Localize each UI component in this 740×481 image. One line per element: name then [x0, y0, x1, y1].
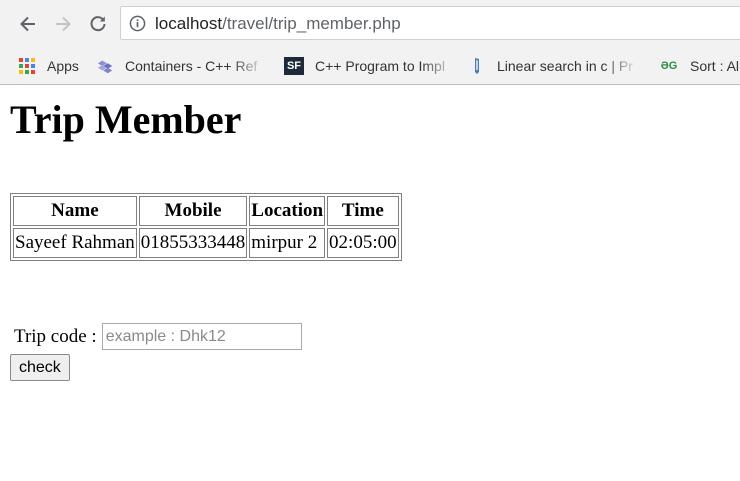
- bookmark-containers[interactable]: Containers - C++ Ref: [96, 54, 266, 78]
- header-time: Time: [327, 196, 399, 226]
- bookmark-icon: [468, 57, 486, 75]
- back-arrow-icon: [20, 16, 35, 32]
- sf-icon: SF: [284, 57, 304, 75]
- trip-code-label: Trip code :: [14, 325, 97, 347]
- forward-button[interactable]: [49, 10, 77, 38]
- trip-code-input[interactable]: [101, 323, 302, 350]
- trip-code-form: Trip code :: [14, 323, 302, 350]
- page-title: Trip Member: [10, 97, 242, 142]
- cell-mobile: 01855333448: [138, 228, 248, 258]
- table-header-row: Name Mobile Location Time: [13, 196, 399, 226]
- bookmark-apps[interactable]: Apps: [18, 54, 79, 78]
- bookmarks-bar: Apps Containers - C++ Ref SF C++ Program…: [0, 48, 740, 85]
- gfg-icon-text: ƏG: [660, 60, 678, 72]
- table-row: Sayeef Rahman 01855333448 mirpur 2 02:05…: [13, 228, 399, 258]
- cell-time: 02:05:00: [327, 228, 399, 258]
- header-mobile: Mobile: [138, 196, 248, 226]
- url-host: localhost: [155, 14, 223, 33]
- cell-name: Sayeef Rahman: [13, 228, 137, 258]
- apps-grid-icon: [18, 57, 36, 75]
- reload-icon: [90, 16, 106, 32]
- url-path: /travel/trip_member.php: [222, 14, 401, 33]
- bookmark-label: C++ Program to Impl: [315, 58, 445, 74]
- bookmark-label: Sort : Al: [690, 58, 740, 74]
- header-name: Name: [13, 196, 137, 226]
- trip-member-table: Name Mobile Location Time Sayeef Rahman …: [10, 193, 402, 261]
- gfg-icon: ƏG: [659, 57, 679, 75]
- bookmark-sort[interactable]: ƏG Sort : Al: [659, 54, 739, 78]
- back-button[interactable]: [14, 10, 42, 38]
- containers-icon: [96, 57, 114, 75]
- cell-location: mirpur 2: [249, 228, 326, 258]
- bookmark-linear-search[interactable]: Linear search in c | Pr: [468, 54, 639, 78]
- bookmark-cpp-program[interactable]: SF C++ Program to Impl: [284, 54, 456, 78]
- bookmark-label: Containers - C++ Ref: [125, 58, 258, 74]
- reload-button[interactable]: [84, 10, 112, 38]
- browser-toolbar: localhost/travel/trip_member.php: [0, 0, 740, 48]
- page-content: Trip Member Name Mobile Location Time Sa…: [0, 86, 740, 481]
- bookmark-label: Apps: [47, 58, 79, 74]
- bookmark-label: Linear search in c | Pr: [497, 58, 633, 74]
- header-location: Location: [249, 196, 326, 226]
- sf-icon-text: SF: [286, 60, 302, 72]
- url-text[interactable]: localhost/travel/trip_member.php: [155, 14, 401, 34]
- forward-arrow-icon: [56, 16, 71, 32]
- check-button[interactable]: check: [10, 354, 70, 381]
- address-bar[interactable]: localhost/travel/trip_member.php: [120, 6, 740, 40]
- info-icon[interactable]: [129, 15, 146, 32]
